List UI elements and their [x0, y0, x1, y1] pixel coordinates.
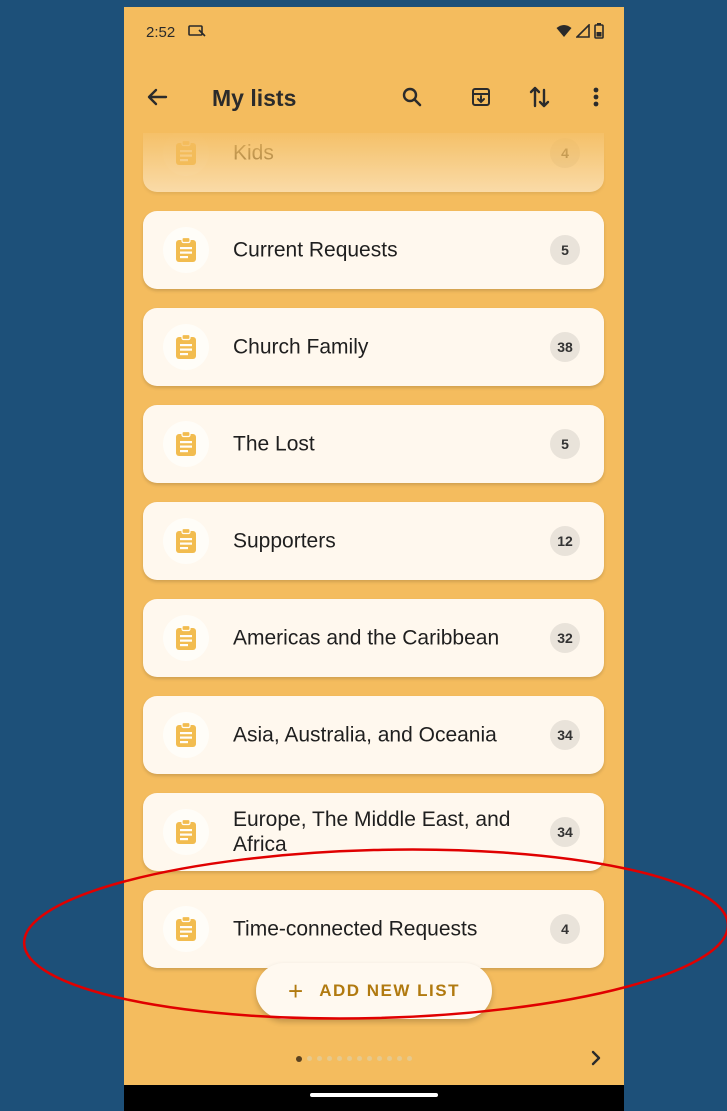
list-item-label: The Lost	[233, 432, 315, 456]
list-item-label: Americas and the Caribbean	[233, 626, 500, 650]
phone-screen: 2:52 My lists Kids 4 Current Requests 5 …	[124, 7, 624, 1111]
page-title: My lists	[212, 85, 297, 111]
clipboard-icon	[163, 712, 209, 758]
list-item-time-connected-requests[interactable]: Time-connected Requests 4	[143, 890, 604, 968]
clipboard-icon	[163, 227, 209, 273]
status-bar: 2:52	[124, 7, 624, 59]
clipboard-icon	[163, 130, 209, 176]
clipboard-icon	[163, 421, 209, 467]
list-item-americas[interactable]: Americas and the Caribbean 32	[143, 599, 604, 677]
arrow-left-icon[interactable]	[144, 83, 172, 111]
clipboard-icon	[163, 615, 209, 661]
list-item-label: Church Family	[233, 335, 369, 359]
sort-icon[interactable]	[525, 82, 555, 112]
notification-icon	[188, 24, 206, 41]
list-item-the-lost[interactable]: The Lost 5	[143, 405, 604, 483]
page-dot	[317, 1056, 322, 1061]
page-dot	[327, 1056, 332, 1061]
status-icons	[556, 23, 604, 39]
list-item-label: Time-connected Requests	[233, 917, 478, 941]
page-dot	[296, 1056, 302, 1062]
list-item-label: Current Requests	[233, 238, 398, 262]
page-dot	[407, 1056, 412, 1061]
page-indicator	[296, 1056, 412, 1062]
list-item-asia-australia-oceania[interactable]: Asia, Australia, and Oceania 34	[143, 696, 604, 774]
page-dot	[347, 1056, 352, 1061]
list-count-badge: 4	[550, 138, 580, 168]
clipboard-icon	[163, 906, 209, 952]
archive-icon[interactable]	[466, 82, 496, 112]
system-nav-bar	[124, 1085, 624, 1111]
page-dot	[387, 1056, 392, 1061]
list-count-badge: 32	[550, 623, 580, 653]
clipboard-icon	[163, 518, 209, 564]
page-dot	[357, 1056, 362, 1061]
signal-icon	[576, 24, 590, 38]
list-count-badge: 34	[550, 720, 580, 750]
list-item-label: Kids	[233, 141, 274, 165]
list-item-supporters[interactable]: Supporters 12	[143, 502, 604, 580]
list-count-badge: 5	[550, 429, 580, 459]
page-dot	[367, 1056, 372, 1061]
add-new-list-label: ADD NEW LIST	[319, 981, 460, 1000]
app-bar: My lists	[124, 63, 624, 133]
plus-icon: +	[288, 976, 304, 1006]
wifi-icon	[556, 25, 572, 37]
page-dot	[307, 1056, 312, 1061]
list-count-badge: 4	[550, 914, 580, 944]
list-item-europe-middle-east-africa[interactable]: Europe, The Middle East, and Africa 34	[143, 793, 604, 871]
clipboard-icon	[163, 324, 209, 370]
list-item-label: Europe, The Middle East, and Africa	[233, 808, 511, 856]
page-dot	[397, 1056, 402, 1061]
chevron-right-icon[interactable]	[586, 1047, 606, 1069]
page-dot	[337, 1056, 342, 1061]
home-gesture-handle[interactable]	[310, 1093, 438, 1097]
list-item-label: Supporters	[233, 529, 336, 553]
list-item-current-requests[interactable]: Current Requests 5	[143, 211, 604, 289]
clipboard-icon	[163, 809, 209, 855]
list-count-badge: 12	[550, 526, 580, 556]
list-count-badge: 38	[550, 332, 580, 362]
more-vert-icon[interactable]	[581, 82, 611, 112]
list-count-badge: 34	[550, 817, 580, 847]
list-item-label: Asia, Australia, and Oceania	[233, 723, 497, 747]
list-count-badge: 5	[550, 235, 580, 265]
list-item-church-family[interactable]: Church Family 38	[143, 308, 604, 386]
status-time: 2:52	[146, 24, 176, 41]
add-new-list-button[interactable]: + ADD NEW LIST	[256, 963, 492, 1019]
search-icon[interactable]	[397, 82, 427, 112]
battery-icon	[594, 23, 604, 39]
page-dot	[377, 1056, 382, 1061]
